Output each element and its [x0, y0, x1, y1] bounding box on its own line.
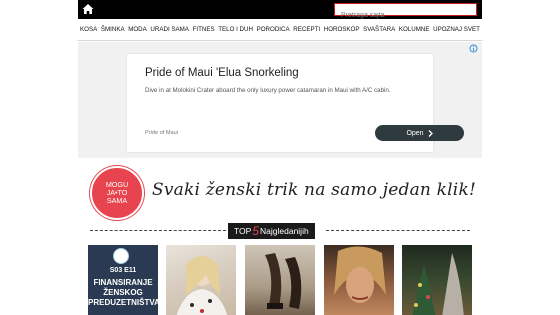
top5-prefix: TOP	[234, 226, 252, 236]
brand-row: MOGU JA•TO SAMA Svaki ženski trik na sam…	[78, 158, 482, 222]
thumbnail-title-line-3: PREDUZETNIŠTVA	[88, 298, 158, 307]
ad-open-label: Open	[406, 129, 424, 137]
thumbnail-episode: S03 E11	[109, 267, 137, 274]
nav-item-moda[interactable]: MODA	[128, 26, 147, 33]
main-nav: KOSA ŠMINKA MODA URADI SAMA FITNES TELO …	[78, 19, 482, 41]
top-bar	[78, 0, 482, 21]
adchoices-icon[interactable]	[469, 44, 478, 53]
nav-item-fitnes[interactable]: FITNES	[193, 26, 215, 33]
top5-suffix: Najgledanijih	[260, 226, 309, 236]
home-icon[interactable]	[82, 3, 94, 15]
thumbnail-title-line-2: ŽENSKOG	[103, 288, 143, 297]
top5-heading: TOP 5 Najgledanijih	[78, 222, 482, 240]
chevron-right-icon	[428, 129, 433, 137]
divider-right	[326, 230, 470, 231]
nav-item-porodica[interactable]: PORODICA	[257, 26, 290, 33]
top5-thumbnails: S03 E11 FINANSIRANJE ŽENSKOG PREDUZETNIŠ…	[88, 245, 482, 315]
ad-description: Dive in at Molokini Crater aboard the on…	[145, 87, 391, 94]
thumbnail-5-image	[412, 253, 464, 315]
thumbnail-2-image	[176, 256, 228, 315]
ad-title[interactable]: Pride of Maui 'Elua Snorkeling	[145, 67, 299, 79]
site-logo[interactable]: MOGU JA•TO SAMA	[90, 166, 144, 220]
nav-item-horoskop[interactable]: HOROSKOP	[324, 26, 360, 33]
top5-number: 5	[252, 224, 260, 238]
nav-item-kolumne[interactable]: KOLUMNE	[399, 26, 430, 33]
ad-card[interactable]: Pride of Maui 'Elua Snorkeling Dive in a…	[127, 54, 464, 152]
site-tagline: Svaki ženski trik na samo jedan klik!	[152, 180, 476, 200]
ad-area: Pride of Maui 'Elua Snorkeling Dive in a…	[78, 42, 482, 158]
search-box[interactable]	[334, 3, 477, 21]
right-gutter	[482, 0, 560, 315]
nav-item-recepti[interactable]: RECEPTI	[293, 26, 320, 33]
thumbnail-3[interactable]	[245, 245, 315, 315]
thumbnail-1[interactable]: S03 E11 FINANSIRANJE ŽENSKOG PREDUZETNIŠ…	[88, 245, 158, 315]
page: KOSA ŠMINKA MODA URADI SAMA FITNES TELO …	[78, 0, 482, 315]
nav-item-svastara[interactable]: SVAŠTARA	[363, 26, 395, 33]
top5-label: TOP 5 Najgledanijih	[228, 223, 315, 239]
nav-item-kosa[interactable]: KOSA	[80, 26, 97, 33]
thumbnail-5[interactable]	[402, 245, 472, 315]
episode-badge-icon	[113, 248, 129, 264]
ad-open-button[interactable]: Open	[375, 125, 464, 141]
nav-item-telo-i-duh[interactable]: TELO I DUH	[218, 26, 253, 33]
thumbnail-4[interactable]	[324, 245, 394, 315]
nav-item-uradi-sama[interactable]: URADI SAMA	[150, 26, 189, 33]
left-gutter	[0, 0, 78, 315]
thumbnail-3-image	[265, 253, 302, 309]
thumbnail-title: FINANSIRANJE ŽENSKOG PREDUZETNIŠTVA	[88, 278, 158, 308]
nav-item-sminka[interactable]: ŠMINKA	[101, 26, 125, 33]
thumbnail-4-image	[334, 246, 386, 303]
logo-line-3: SAMA	[106, 196, 128, 205]
ad-brand: Pride of Maui	[145, 130, 178, 136]
thumbnail-title-line-1: FINANSIRANJE	[93, 278, 153, 287]
thumbnail-2[interactable]	[166, 245, 236, 315]
divider-left	[90, 230, 226, 231]
nav-item-upoznaj-svet[interactable]: UPOZNAJ SVET	[433, 26, 480, 33]
